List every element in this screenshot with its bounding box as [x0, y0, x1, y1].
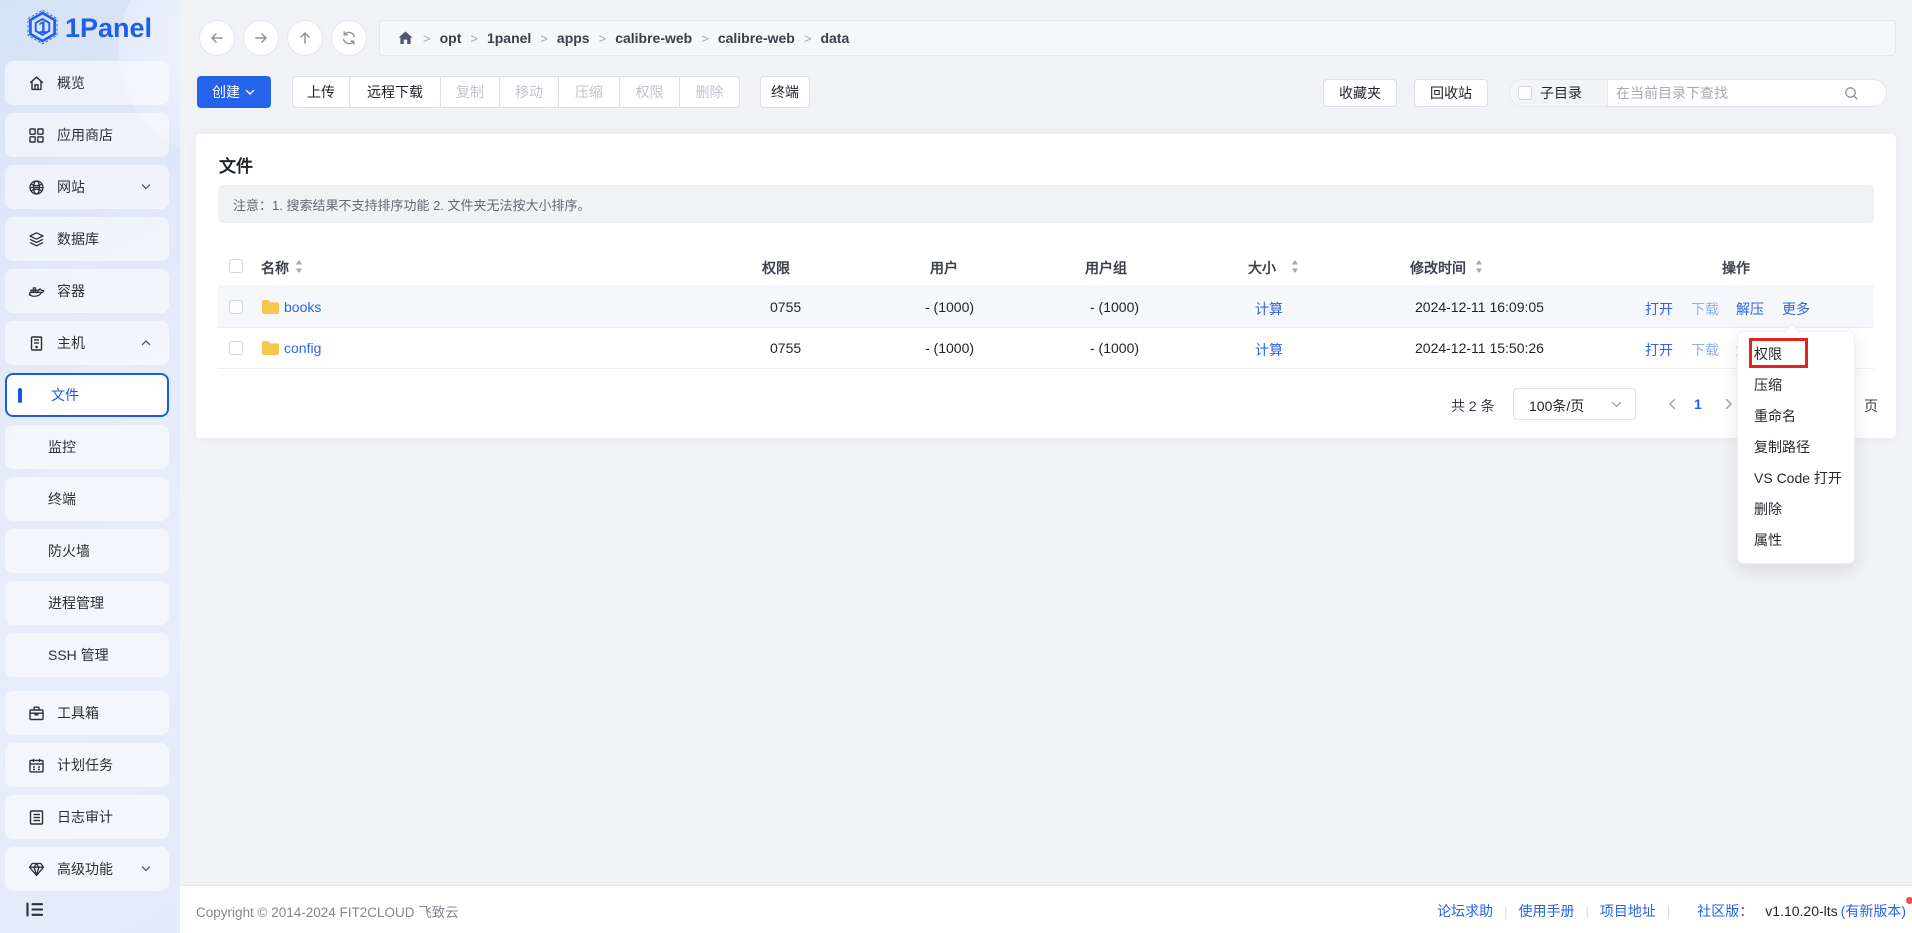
- svg-text:1: 1: [38, 19, 47, 37]
